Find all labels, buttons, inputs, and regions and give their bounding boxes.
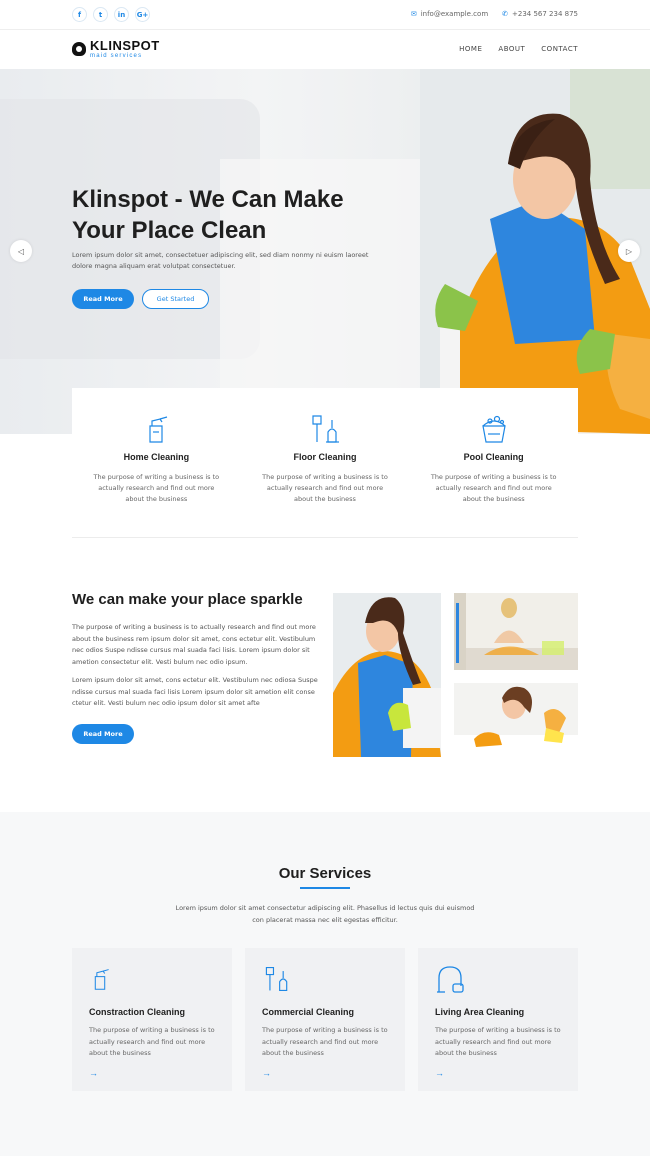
feature-card: Pool Cleaning The purpose of writing a b…	[409, 388, 578, 537]
about-photo-main	[333, 593, 441, 757]
nav-contact[interactable]: CONTACT	[541, 45, 578, 53]
phone-text: +234 567 234 875	[512, 10, 578, 18]
broom-icon	[312, 415, 339, 443]
social-links: f t in G+	[72, 7, 150, 22]
feature-text: The purpose of writing a business is to …	[430, 473, 557, 503]
bucket-icon	[481, 415, 506, 443]
service-text: The purpose of writing a business is to …	[435, 1026, 561, 1057]
feature-card: Floor Cleaning The purpose of writing a …	[241, 388, 410, 537]
service-text: The purpose of writing a business is to …	[262, 1026, 388, 1057]
main-nav: HOME ABOUT CONTACT	[459, 45, 578, 53]
title-underline	[300, 887, 350, 889]
logo-title: KLINSPOT	[90, 38, 160, 53]
spray-bottle-icon	[149, 416, 168, 443]
feature-title: Floor Cleaning	[293, 452, 357, 462]
service-card[interactable]: Living Area Cleaning The purpose of writ…	[418, 948, 578, 1091]
email-contact[interactable]: ✉ info@example.com	[411, 10, 488, 18]
email-text: info@example.com	[420, 10, 489, 18]
services-title: Our Services	[278, 865, 372, 882]
contact-info: ✉ info@example.com ✆ +234 567 234 875	[411, 10, 578, 18]
logo-subtitle: maid services	[90, 53, 143, 59]
hero-slider: Klinspot - We Can Make Your Place Clean …	[0, 69, 650, 434]
arrow-right-icon[interactable]: →	[262, 1068, 388, 1078]
service-title: Living Area Cleaning	[435, 1007, 525, 1017]
service-title: Constraction Cleaning	[89, 1007, 186, 1017]
google-plus-icon[interactable]: G+	[135, 7, 150, 22]
services-section: Our Services Lorem ipsum dolor sit amet …	[0, 812, 650, 1156]
linkedin-icon[interactable]: in	[114, 7, 129, 22]
hero-lead: Lorem ipsum dolor sit amet, consectetuer…	[72, 251, 369, 270]
facebook-icon[interactable]: f	[72, 7, 87, 22]
nav-about[interactable]: ABOUT	[498, 45, 525, 53]
nav-home[interactable]: HOME	[459, 45, 482, 53]
spray-bottle-icon	[94, 969, 109, 990]
about-photo-floor	[454, 593, 578, 670]
slider-prev-icon[interactable]: ◁	[10, 240, 32, 262]
arrow-right-icon[interactable]: →	[89, 1068, 215, 1078]
logo[interactable]: KLINSPOT maid services	[72, 39, 160, 59]
feature-row: Home Cleaning The purpose of writing a b…	[72, 388, 578, 538]
top-bar: f t in G+ ✉ info@example.com ✆ +234 567 23…	[0, 0, 650, 30]
feature-title: Pool Cleaning	[463, 452, 524, 462]
services-subtitle: Lorem ipsum dolor sit amet consectetur a…	[175, 904, 475, 924]
service-card[interactable]: Constraction Cleaning The purpose of wri…	[72, 948, 232, 1091]
service-title: Commercial Cleaning	[262, 1007, 355, 1017]
phone-icon: ✆	[502, 10, 509, 18]
feature-card: Home Cleaning The purpose of writing a b…	[72, 388, 241, 537]
hero-title: Klinspot - We Can Make Your Place Clean	[72, 186, 344, 244]
about-paragraph: The purpose of writing a business is to …	[72, 623, 316, 666]
about-paragraph: Lorem ipsum dolor sit amet, cons ectetur…	[72, 676, 318, 707]
hero-read-more-button[interactable]: Read More	[72, 289, 134, 309]
phone-contact[interactable]: ✆ +234 567 234 875	[502, 10, 578, 18]
about-photo-table	[454, 683, 578, 757]
feature-text: The purpose of writing a business is to …	[262, 473, 388, 503]
service-card[interactable]: Commercial Cleaning The purpose of writi…	[245, 948, 405, 1091]
vacuum-icon	[437, 966, 464, 993]
main-header: KLINSPOT maid services HOME ABOUT CONTAC…	[0, 31, 650, 69]
about-title: We can make your place sparkle	[72, 591, 303, 608]
service-text: The purpose of writing a business is to …	[89, 1026, 215, 1057]
logo-icon	[72, 42, 86, 56]
broom-icon	[265, 966, 288, 992]
envelope-icon: ✉	[410, 10, 417, 18]
feature-text: The purpose of writing a business is to …	[93, 473, 220, 503]
twitter-icon[interactable]: t	[93, 7, 108, 22]
about-read-more-button[interactable]: Read More	[72, 724, 134, 744]
hero-get-started-button[interactable]: Get Started	[142, 289, 209, 309]
slider-next-icon[interactable]: ▷	[618, 240, 640, 262]
feature-title: Home Cleaning	[123, 452, 190, 462]
hero-woman-cleaning-image	[420, 69, 650, 434]
arrow-right-icon[interactable]: →	[435, 1068, 561, 1078]
